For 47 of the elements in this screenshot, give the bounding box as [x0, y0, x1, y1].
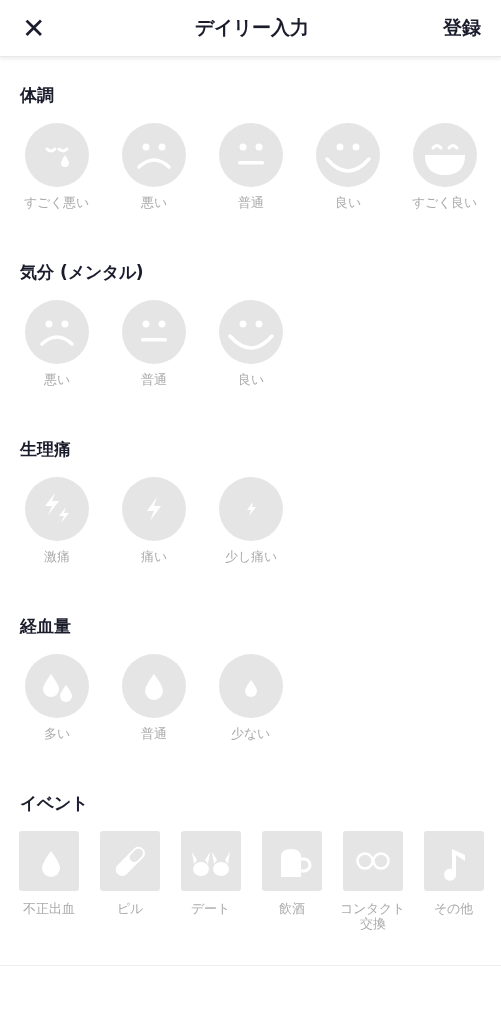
- option-button[interactable]: 普通: [105, 654, 202, 741]
- screen-title: デイリー入力: [194, 15, 309, 40]
- register-button[interactable]: 登録: [443, 15, 481, 41]
- option-button[interactable]: 良い: [299, 123, 396, 210]
- sad-face-icon: [121, 123, 186, 187]
- neutral-face-icon: [218, 123, 283, 187]
- option-button[interactable]: 激痛: [8, 477, 105, 564]
- section-title: 体調: [20, 84, 54, 107]
- option-button[interactable]: デート: [170, 831, 251, 931]
- option-button[interactable]: その他: [413, 831, 494, 931]
- drop-icon: [18, 831, 79, 891]
- smiling-face-icon: [218, 300, 283, 364]
- option-button[interactable]: 少ない: [202, 654, 299, 741]
- option-button[interactable]: 良い: [202, 300, 299, 387]
- option-button[interactable]: すごく良い: [396, 123, 493, 210]
- option-button[interactable]: 普通: [202, 123, 299, 210]
- drop-icon: [218, 654, 283, 718]
- section-title: 経血量: [20, 615, 71, 638]
- section-title: 気分 (メンタル): [20, 261, 144, 284]
- section-title: イベント: [20, 792, 88, 815]
- option-button[interactable]: 飲酒: [251, 831, 332, 931]
- close-button[interactable]: ✕: [22, 11, 46, 45]
- lightning-icon: [218, 477, 283, 541]
- option-button[interactable]: 不正出血: [8, 831, 89, 931]
- option-button[interactable]: 少し痛い: [202, 477, 299, 564]
- option-button[interactable]: 普通: [105, 300, 202, 387]
- music-note-icon: [423, 831, 484, 891]
- drops-icon: [24, 654, 89, 718]
- option-button[interactable]: 痛い: [105, 477, 202, 564]
- option-button[interactable]: 悪い: [105, 123, 202, 210]
- contact-lenses-icon: [342, 831, 403, 891]
- neutral-face-icon: [121, 300, 186, 364]
- lightning-icon: [24, 477, 89, 541]
- mug-icon: [261, 831, 322, 891]
- option-button[interactable]: すごく悪い: [8, 123, 105, 210]
- pill-icon: [99, 831, 160, 891]
- drop-icon: [121, 654, 186, 718]
- smiling-face-icon: [315, 123, 380, 187]
- option-button[interactable]: ピル: [89, 831, 170, 931]
- option-button[interactable]: コンタクト交換: [332, 831, 413, 931]
- laughing-face-icon: [412, 123, 477, 187]
- sad-face-icon: [24, 300, 89, 364]
- lightning-icon: [121, 477, 186, 541]
- option-button[interactable]: 多い: [8, 654, 105, 741]
- section-title: 生理痛: [20, 438, 71, 461]
- crying-face-icon: [24, 123, 89, 187]
- option-button[interactable]: 悪い: [8, 300, 105, 387]
